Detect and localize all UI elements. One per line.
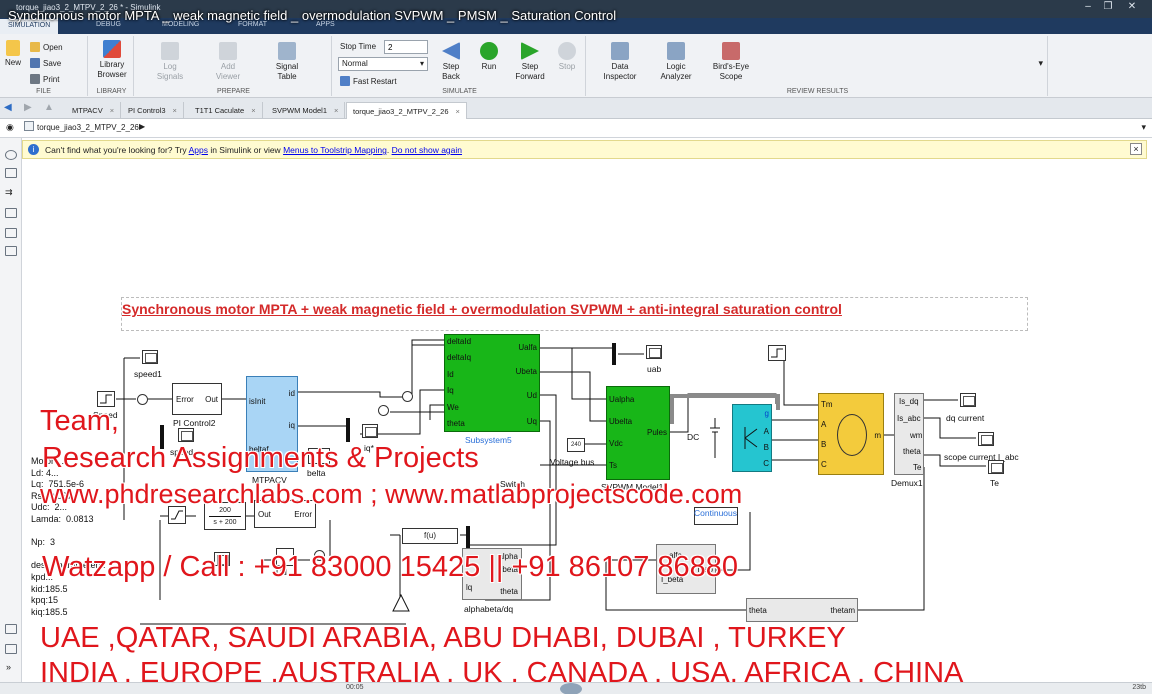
- scope-current-label: scope current I_abc: [944, 452, 1019, 462]
- signal-lines: [116, 339, 986, 625]
- saturation-block[interactable]: [168, 506, 186, 524]
- mux-fcn[interactable]: [466, 526, 470, 548]
- speed-step-block[interactable]: [97, 391, 115, 407]
- model-annotation[interactable]: Synchronous motor MPTA + weak magnetic f…: [121, 297, 1028, 331]
- vbus-const[interactable]: 240: [567, 438, 585, 452]
- alphabeta-dq-block[interactable]: alpha beta theta lq: [462, 548, 522, 600]
- iq-star-label: iq*: [364, 443, 374, 453]
- gain-block[interactable]: [392, 594, 410, 612]
- igbt-icon: [744, 427, 758, 449]
- mux-uab[interactable]: [612, 343, 616, 365]
- demux1-label: Demux1: [891, 478, 923, 488]
- demux1-block[interactable]: Is_dq Is_abc wm theta Te: [894, 393, 924, 475]
- te-label: Te: [990, 478, 999, 488]
- belta-const[interactable]: [308, 448, 330, 464]
- svpwm-model1-block[interactable]: Ualpha Ubelta Vdc Ts Pules: [606, 386, 670, 480]
- mtpacv-label: MTPACV: [252, 475, 287, 485]
- pi-control3-block[interactable]: Out Error: [254, 500, 316, 528]
- current-abc-scope[interactable]: [978, 432, 994, 446]
- subsystem5-label: Subsystem5: [465, 435, 512, 445]
- inverter-block[interactable]: g A B C: [732, 404, 772, 472]
- ud-label: Ud: [276, 567, 287, 577]
- tm-step-block[interactable]: [768, 345, 786, 361]
- motor-parameters: Motor ... Ld: 4... Lq: 751.5e-6 Rs: 0.03…: [31, 456, 106, 617]
- mux-speed[interactable]: [160, 425, 164, 449]
- mtpacv-block[interactable]: isInit beltaf id iq: [246, 376, 298, 472]
- switch-label: Switch: [500, 479, 526, 489]
- speed1-label: speed1: [134, 369, 162, 379]
- continuous-label: Continuous: [694, 508, 738, 518]
- status-right: 23tb: [1132, 684, 1146, 691]
- speed-step-label: Speed: [93, 410, 118, 420]
- speed-scope[interactable]: [178, 428, 194, 442]
- speed1-scope[interactable]: [142, 350, 158, 364]
- svpwm-label: SVPWM Model1: [601, 482, 664, 492]
- pi-control2-block[interactable]: Error Out: [172, 383, 222, 415]
- uab-scope[interactable]: [646, 345, 662, 359]
- voltage-bus-label: Voltage bus: [550, 457, 595, 467]
- sum-speed-error[interactable]: [137, 394, 148, 405]
- simulink-window: torque_jiao3_2_MTPV_2_26 * - Simulink – …: [0, 0, 1152, 694]
- speed-lower-scope[interactable]: [214, 552, 230, 566]
- speed-scope-label: speed: [170, 447, 194, 457]
- dc-source-icon: [710, 418, 720, 458]
- sum-ud[interactable]: [314, 550, 325, 561]
- step-icon: [771, 348, 783, 358]
- pmsm-block[interactable]: Tm A B C m: [818, 393, 884, 475]
- play-icon[interactable]: [560, 683, 582, 694]
- dq-current-scope[interactable]: [960, 393, 976, 407]
- status-bar: 00:05 23tb: [0, 682, 1152, 694]
- alphabeta-dq-label: alphabeta/dq: [464, 604, 514, 614]
- belta-label: belta: [307, 468, 326, 478]
- abc-alphabeta-block[interactable]: alfa I_beta I_ab: [656, 544, 716, 594]
- te-scope[interactable]: [988, 460, 1004, 474]
- subsystem5-block[interactable]: deltaId deltaIq Id Iq We theta Ualfa Ube…: [444, 334, 540, 432]
- video-time: 00:05: [346, 684, 364, 691]
- theta-convert-block[interactable]: theta thetam: [746, 598, 858, 622]
- transfer-fcn-block[interactable]: 200 s + 200: [204, 502, 246, 530]
- pi-control2-label: PI Control2: [173, 418, 216, 428]
- dc-label: DC: [687, 432, 700, 442]
- motor-icon: [837, 414, 867, 456]
- sum-id[interactable]: [402, 391, 413, 402]
- saturation-icon: [171, 510, 183, 520]
- step-icon: [100, 394, 112, 404]
- ud-const[interactable]: [276, 548, 294, 566]
- fcn-block[interactable]: f(u): [402, 528, 458, 544]
- dq-current-label: dq current: [946, 413, 985, 423]
- iq-star-scope[interactable]: [362, 424, 378, 438]
- uab-label: uab: [647, 364, 662, 374]
- mux-iq[interactable]: [346, 418, 350, 442]
- sum-iq[interactable]: [378, 405, 389, 416]
